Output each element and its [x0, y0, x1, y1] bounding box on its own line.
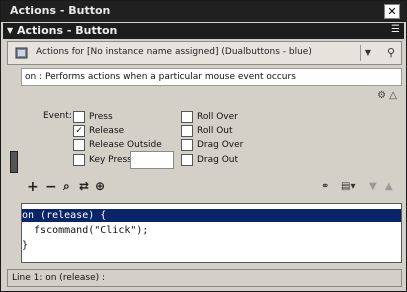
description-text: on : Performs actions when a particular … [25, 72, 296, 82]
code-line[interactable]: } [22, 239, 401, 252]
checkbox-drag-out[interactable]: Drag Out [181, 154, 238, 166]
checkbox-release[interactable]: ✓ Release [73, 125, 124, 137]
checkbox-box[interactable] [73, 111, 85, 123]
move-up-icon[interactable]: ▲ [385, 181, 393, 192]
checkbox-roll-out[interactable]: Roll Out [181, 125, 233, 137]
target-icon[interactable]: ⊕ [95, 179, 105, 193]
checkbox-label: Drag Over [197, 140, 244, 150]
key-press-field[interactable] [130, 151, 174, 169]
pin-icon[interactable]: ⚲ [387, 46, 395, 59]
checkbox-box[interactable] [73, 139, 85, 151]
status-text: Line 1: on (release) : [12, 273, 106, 283]
actions-window: Actions - Button ✕ ▼ Actions - Button ☰ … [0, 0, 407, 292]
find-icon[interactable]: ⌕ [63, 179, 70, 194]
checkbox-box[interactable]: ✓ [73, 125, 85, 137]
checkbox-roll-over[interactable]: Roll Over [181, 111, 238, 123]
code-line[interactable]: on (release) { [22, 209, 401, 222]
checkbox-label: Release [89, 126, 125, 136]
status-bar: Line 1: on (release) : [7, 269, 402, 287]
remove-action-button[interactable]: − [45, 179, 57, 195]
add-action-button[interactable]: + [27, 179, 39, 195]
checkbox-label: Roll Over [197, 112, 238, 122]
checkbox-release-outside[interactable]: Release Outside [73, 139, 162, 151]
checkbox-key-press[interactable]: Key Press: [73, 154, 135, 166]
title-bar: Actions - Button ✕ [1, 1, 406, 22]
collapse-arrow-icon[interactable]: ▼ [7, 26, 13, 35]
target-label: Actions for [No instance name assigned] … [36, 47, 312, 57]
event-label: Event: [43, 111, 72, 121]
window-title: Actions - Button [10, 4, 111, 17]
checkbox-label: Key Press: [89, 155, 135, 165]
code-line[interactable]: fscommand("Click"); [22, 224, 401, 237]
checkbox-box[interactable] [181, 139, 193, 151]
checkbox-label: Drag Out [197, 155, 239, 165]
checkbox-label: Press [89, 112, 113, 122]
panel-options-icon[interactable]: ☰ [391, 24, 400, 35]
view-options-icon[interactable]: ▤▾ [341, 181, 355, 192]
view-options-icon[interactable]: ⚙ △ [377, 90, 397, 101]
resize-handle[interactable] [10, 151, 18, 173]
move-down-icon[interactable]: ▼ [369, 181, 377, 192]
panel-header[interactable]: ▼ Actions - Button ☰ [3, 23, 404, 39]
button-symbol-icon [15, 47, 28, 59]
checkbox-press[interactable]: Press [73, 111, 113, 123]
action-description: on : Performs actions when a particular … [21, 68, 402, 86]
script-editor[interactable]: on (release) { fscommand("Click"); } [21, 203, 402, 263]
chevron-down-icon[interactable]: ▼ [360, 45, 375, 61]
checkbox-label: Roll Out [197, 126, 233, 136]
checkbox-box[interactable] [73, 154, 85, 166]
checkbox-label: Release Outside [89, 140, 162, 150]
checkbox-box[interactable] [181, 125, 193, 137]
checkbox-drag-over[interactable]: Drag Over [181, 139, 243, 151]
replace-icon[interactable]: ⇄ [79, 179, 89, 193]
checkbox-box[interactable] [181, 111, 193, 123]
close-icon[interactable]: ✕ [384, 4, 400, 19]
checkbox-box[interactable] [181, 154, 193, 166]
actions-toolbar: + − ⌕ ⇄ ⊕ ⚭ ▤▾ ▼ ▲ [21, 179, 402, 201]
panel-title: Actions - Button [17, 24, 118, 37]
target-selector[interactable]: Actions for [No instance name assigned] … [7, 41, 402, 65]
debug-options-icon[interactable]: ⚭ [321, 181, 329, 192]
